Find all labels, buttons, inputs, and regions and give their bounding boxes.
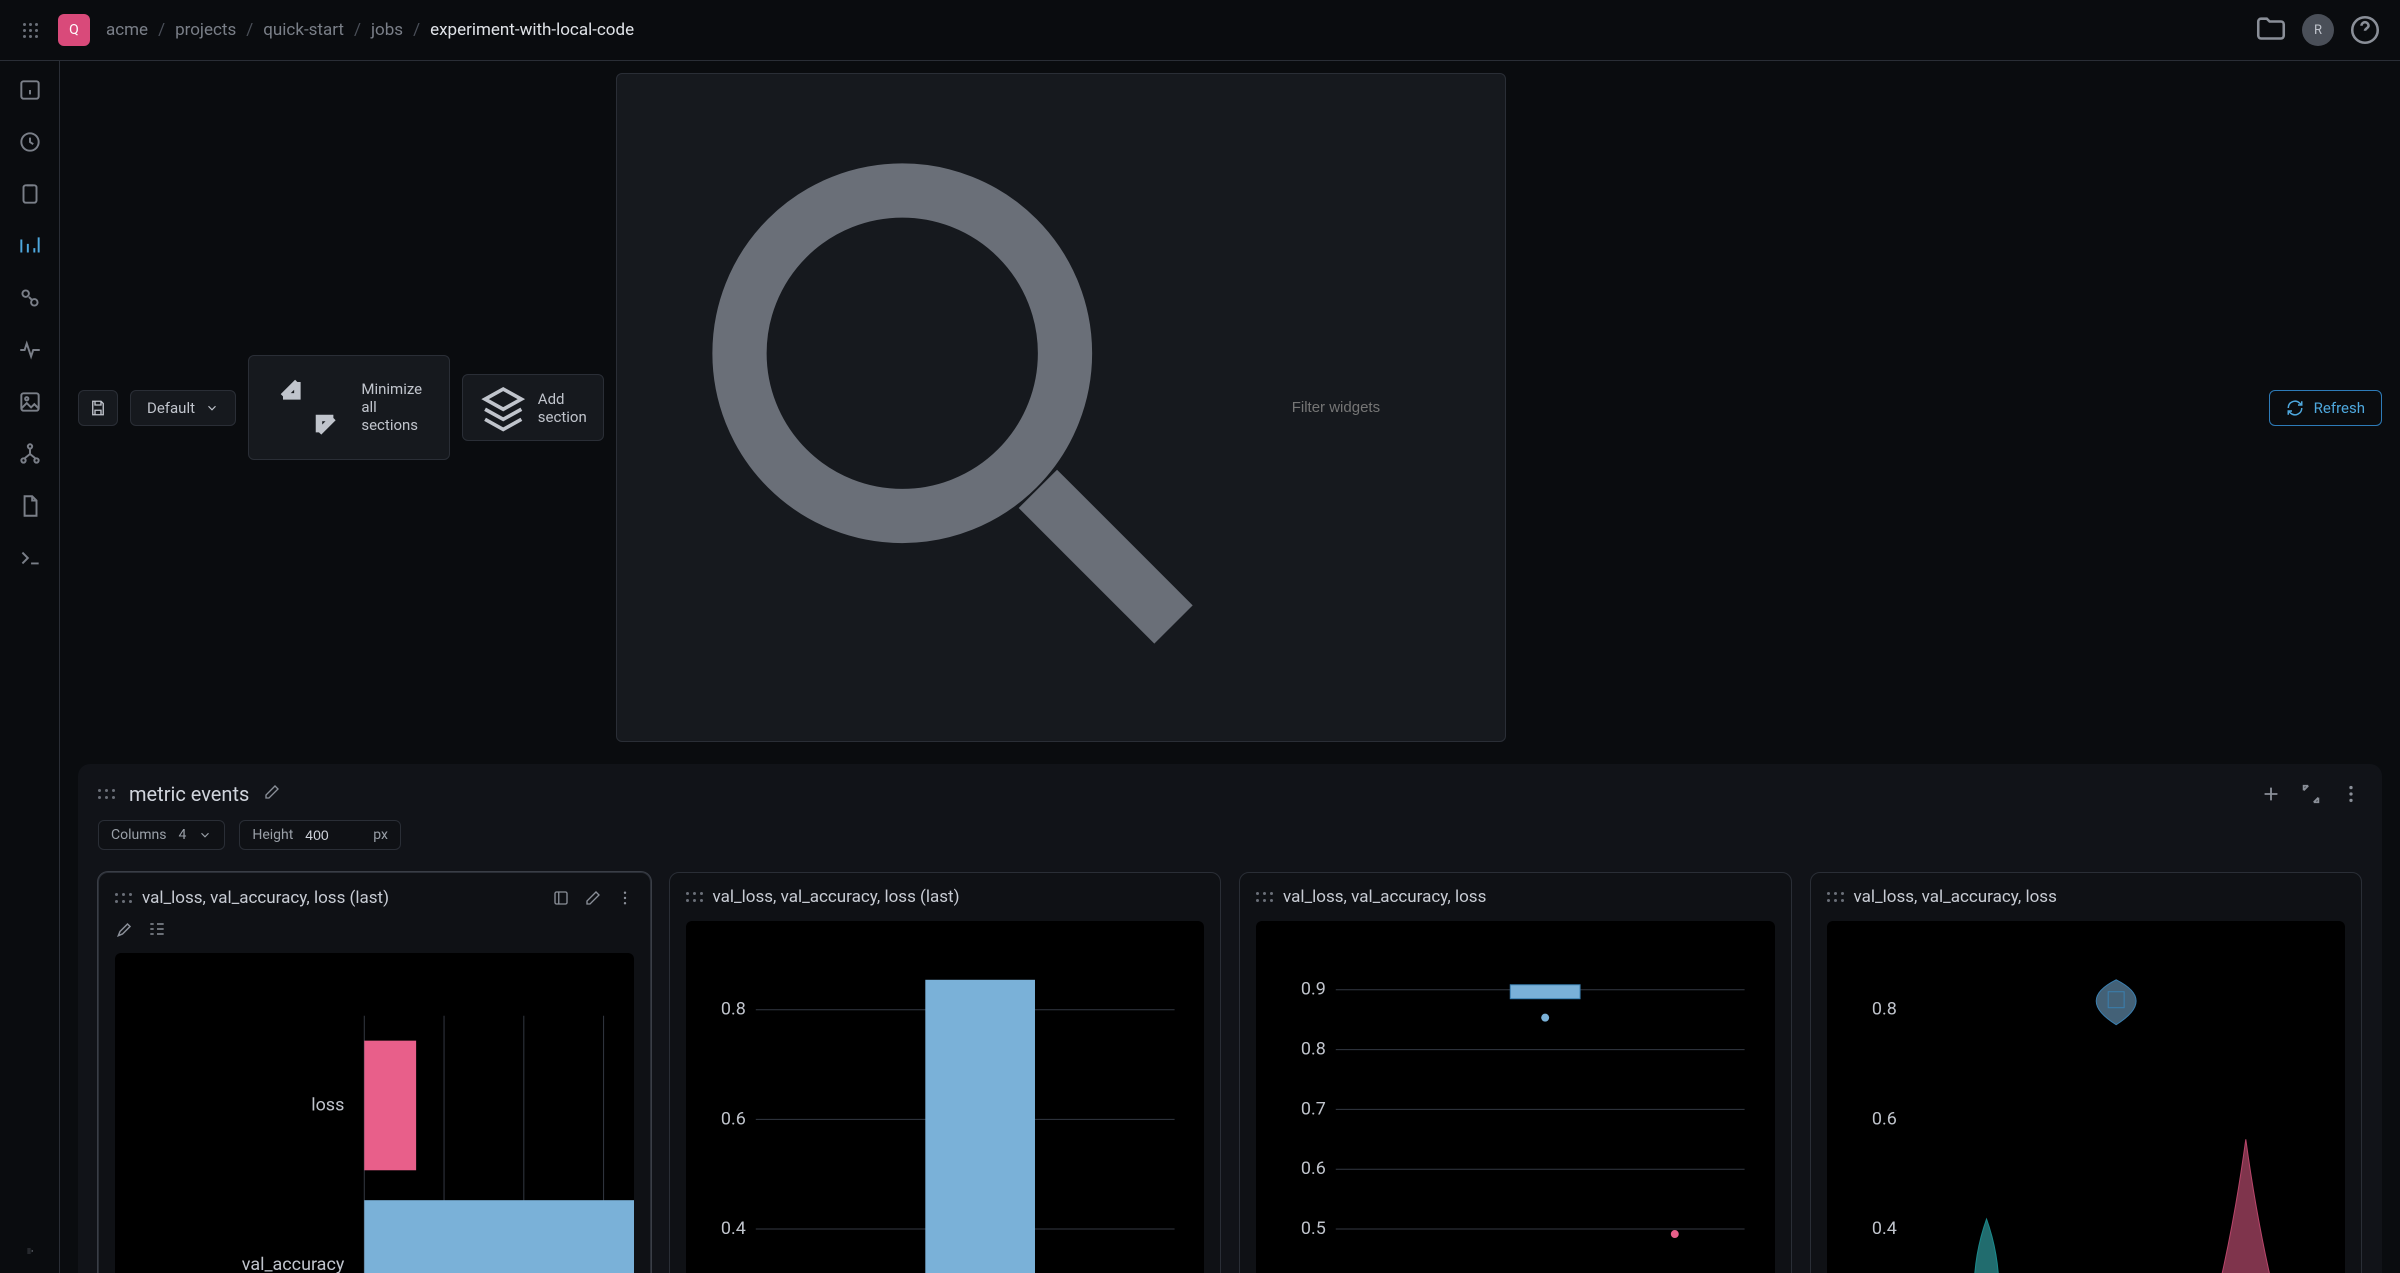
minimize-all-button[interactable]: Minimize all sections	[248, 355, 450, 459]
chart-title: val_loss, val_accuracy, loss	[1854, 887, 2057, 907]
nav-compare-icon[interactable]	[17, 285, 43, 311]
height-control[interactable]: Height px	[239, 820, 401, 850]
nav-clipboard-icon[interactable]	[17, 181, 43, 207]
chart-title: val_loss, val_accuracy, loss (last)	[713, 887, 960, 907]
svg-text:0.5: 0.5	[1301, 1218, 1326, 1239]
section-title: metric events	[129, 782, 249, 806]
refresh-button[interactable]: Refresh	[2269, 390, 2382, 426]
nav-doc-icon[interactable]	[17, 493, 43, 519]
nav-terminal-icon[interactable]	[17, 545, 43, 571]
chart-card-3[interactable]: val_loss, val_accuracy, loss 0.8 0.6 0.4…	[1810, 872, 2363, 1273]
user-avatar[interactable]: R	[2302, 14, 2334, 46]
section-drag-handle[interactable]	[98, 789, 115, 799]
layout-select-label: Default	[147, 399, 195, 417]
legend-icon[interactable]	[147, 919, 167, 939]
section-menu-icon[interactable]	[2340, 783, 2362, 805]
nav-health-icon[interactable]	[17, 337, 43, 363]
svg-text:0.9: 0.9	[1301, 979, 1326, 1000]
crumb-4[interactable]: experiment-with-local-code	[430, 20, 634, 40]
chart-title: val_loss, val_accuracy, loss	[1283, 887, 1486, 907]
add-widget-icon[interactable]	[2260, 783, 2282, 805]
breadcrumb: acme/ projects/ quick-start/ jobs/ exper…	[106, 20, 634, 40]
left-rail	[0, 61, 60, 1273]
fullscreen-icon[interactable]	[552, 887, 570, 909]
chevron-down-icon	[198, 828, 212, 842]
crumb-2[interactable]: quick-start	[263, 20, 344, 40]
refresh-label: Refresh	[2314, 399, 2365, 417]
app-logo[interactable]: Q	[58, 14, 90, 46]
columns-control[interactable]: Columns 4	[98, 820, 225, 850]
layers-icon	[479, 383, 527, 431]
widget-drag-handle[interactable]	[1827, 892, 1844, 902]
minimize-all-label: Minimize all sections	[361, 380, 433, 434]
chart-card-2[interactable]: val_loss, val_accuracy, loss	[1239, 872, 1792, 1273]
svg-text:0.6: 0.6	[720, 1108, 745, 1129]
chart-canvas-2: 0.9 0.8 0.7 0.6 0.5 0.4 0.3 0.2	[1256, 921, 1775, 1273]
crumb-0[interactable]: acme	[106, 20, 148, 40]
svg-text:0.4: 0.4	[720, 1218, 745, 1239]
collapse-section-icon[interactable]	[2300, 783, 2322, 805]
svg-text:0.6: 0.6	[1301, 1158, 1326, 1179]
svg-text:0.8: 0.8	[720, 999, 745, 1020]
refresh-icon	[2286, 399, 2304, 417]
filter-widgets-input[interactable]	[616, 73, 1506, 742]
chart-canvas-3: 0.8 0.6 0.4 0.2 0	[1827, 921, 2346, 1273]
top-bar: Q acme/ projects/ quick-start/ jobs/ exp…	[0, 0, 2400, 61]
columns-value: 4	[178, 827, 186, 843]
widget-drag-handle[interactable]	[686, 892, 703, 902]
widget-drag-handle[interactable]	[115, 893, 132, 903]
height-unit: px	[373, 827, 388, 843]
brush-icon[interactable]	[115, 919, 135, 939]
chevron-down-icon	[205, 401, 219, 415]
add-section-label: Add section	[538, 390, 587, 426]
columns-label: Columns	[111, 827, 166, 843]
nav-image-icon[interactable]	[17, 389, 43, 415]
edit-section-icon[interactable]	[263, 783, 281, 805]
nav-expand-icon[interactable]	[17, 1247, 43, 1273]
layout-select[interactable]: Default	[130, 390, 236, 426]
filter-widgets-field[interactable]	[1292, 399, 1491, 416]
svg-text:0.7: 0.7	[1301, 1098, 1326, 1119]
chart-card-1[interactable]: val_loss, val_accuracy, loss (last) 0.8 …	[669, 872, 1222, 1273]
svg-text:val_accuracy: val_accuracy	[242, 1254, 345, 1273]
save-layout-button[interactable]	[78, 390, 118, 426]
svg-text:loss: loss	[311, 1094, 344, 1115]
section-metric-events: metric events Columns 4 Height px val_loss…	[78, 764, 2382, 1273]
nav-chart-icon[interactable]	[17, 233, 43, 259]
widget-menu-icon[interactable]	[616, 887, 634, 909]
height-value-input[interactable]	[305, 827, 361, 843]
widget-drag-handle[interactable]	[1256, 892, 1273, 902]
svg-text:0.4: 0.4	[1871, 1218, 1896, 1239]
nav-tree-icon[interactable]	[17, 441, 43, 467]
svg-text:0.8: 0.8	[1871, 999, 1896, 1020]
main-content: Default Minimize all sections Add sectio…	[60, 61, 2400, 1273]
help-icon[interactable]	[2348, 13, 2382, 47]
folder-icon[interactable]	[2254, 13, 2288, 47]
nav-clock-icon[interactable]	[17, 129, 43, 155]
chart-canvas-1: 0.8 0.6 0.4 0.2 0 val_loss val_accuracy …	[686, 921, 1205, 1273]
chart-title: val_loss, val_accuracy, loss (last)	[142, 888, 389, 908]
toolbar: Default Minimize all sections Add sectio…	[78, 73, 2382, 742]
height-label: Height	[252, 827, 293, 843]
crumb-3[interactable]: jobs	[371, 20, 403, 40]
chart-canvas-0: loss val_accuracy val_loss 0 0.2 0.4 0.6…	[115, 953, 634, 1273]
app-drag-handle[interactable]	[18, 18, 42, 42]
nav-info-icon[interactable]	[17, 77, 43, 103]
crumb-1[interactable]: projects	[175, 20, 236, 40]
svg-text:0.8: 0.8	[1301, 1039, 1326, 1060]
chart-card-0[interactable]: val_loss, val_accuracy, loss (last)	[98, 872, 651, 1273]
edit-widget-icon[interactable]	[584, 887, 602, 909]
add-section-button[interactable]: Add section	[462, 374, 603, 440]
svg-text:0.6: 0.6	[1871, 1108, 1896, 1129]
minimize-icon	[265, 364, 351, 450]
search-icon	[631, 82, 1282, 733]
